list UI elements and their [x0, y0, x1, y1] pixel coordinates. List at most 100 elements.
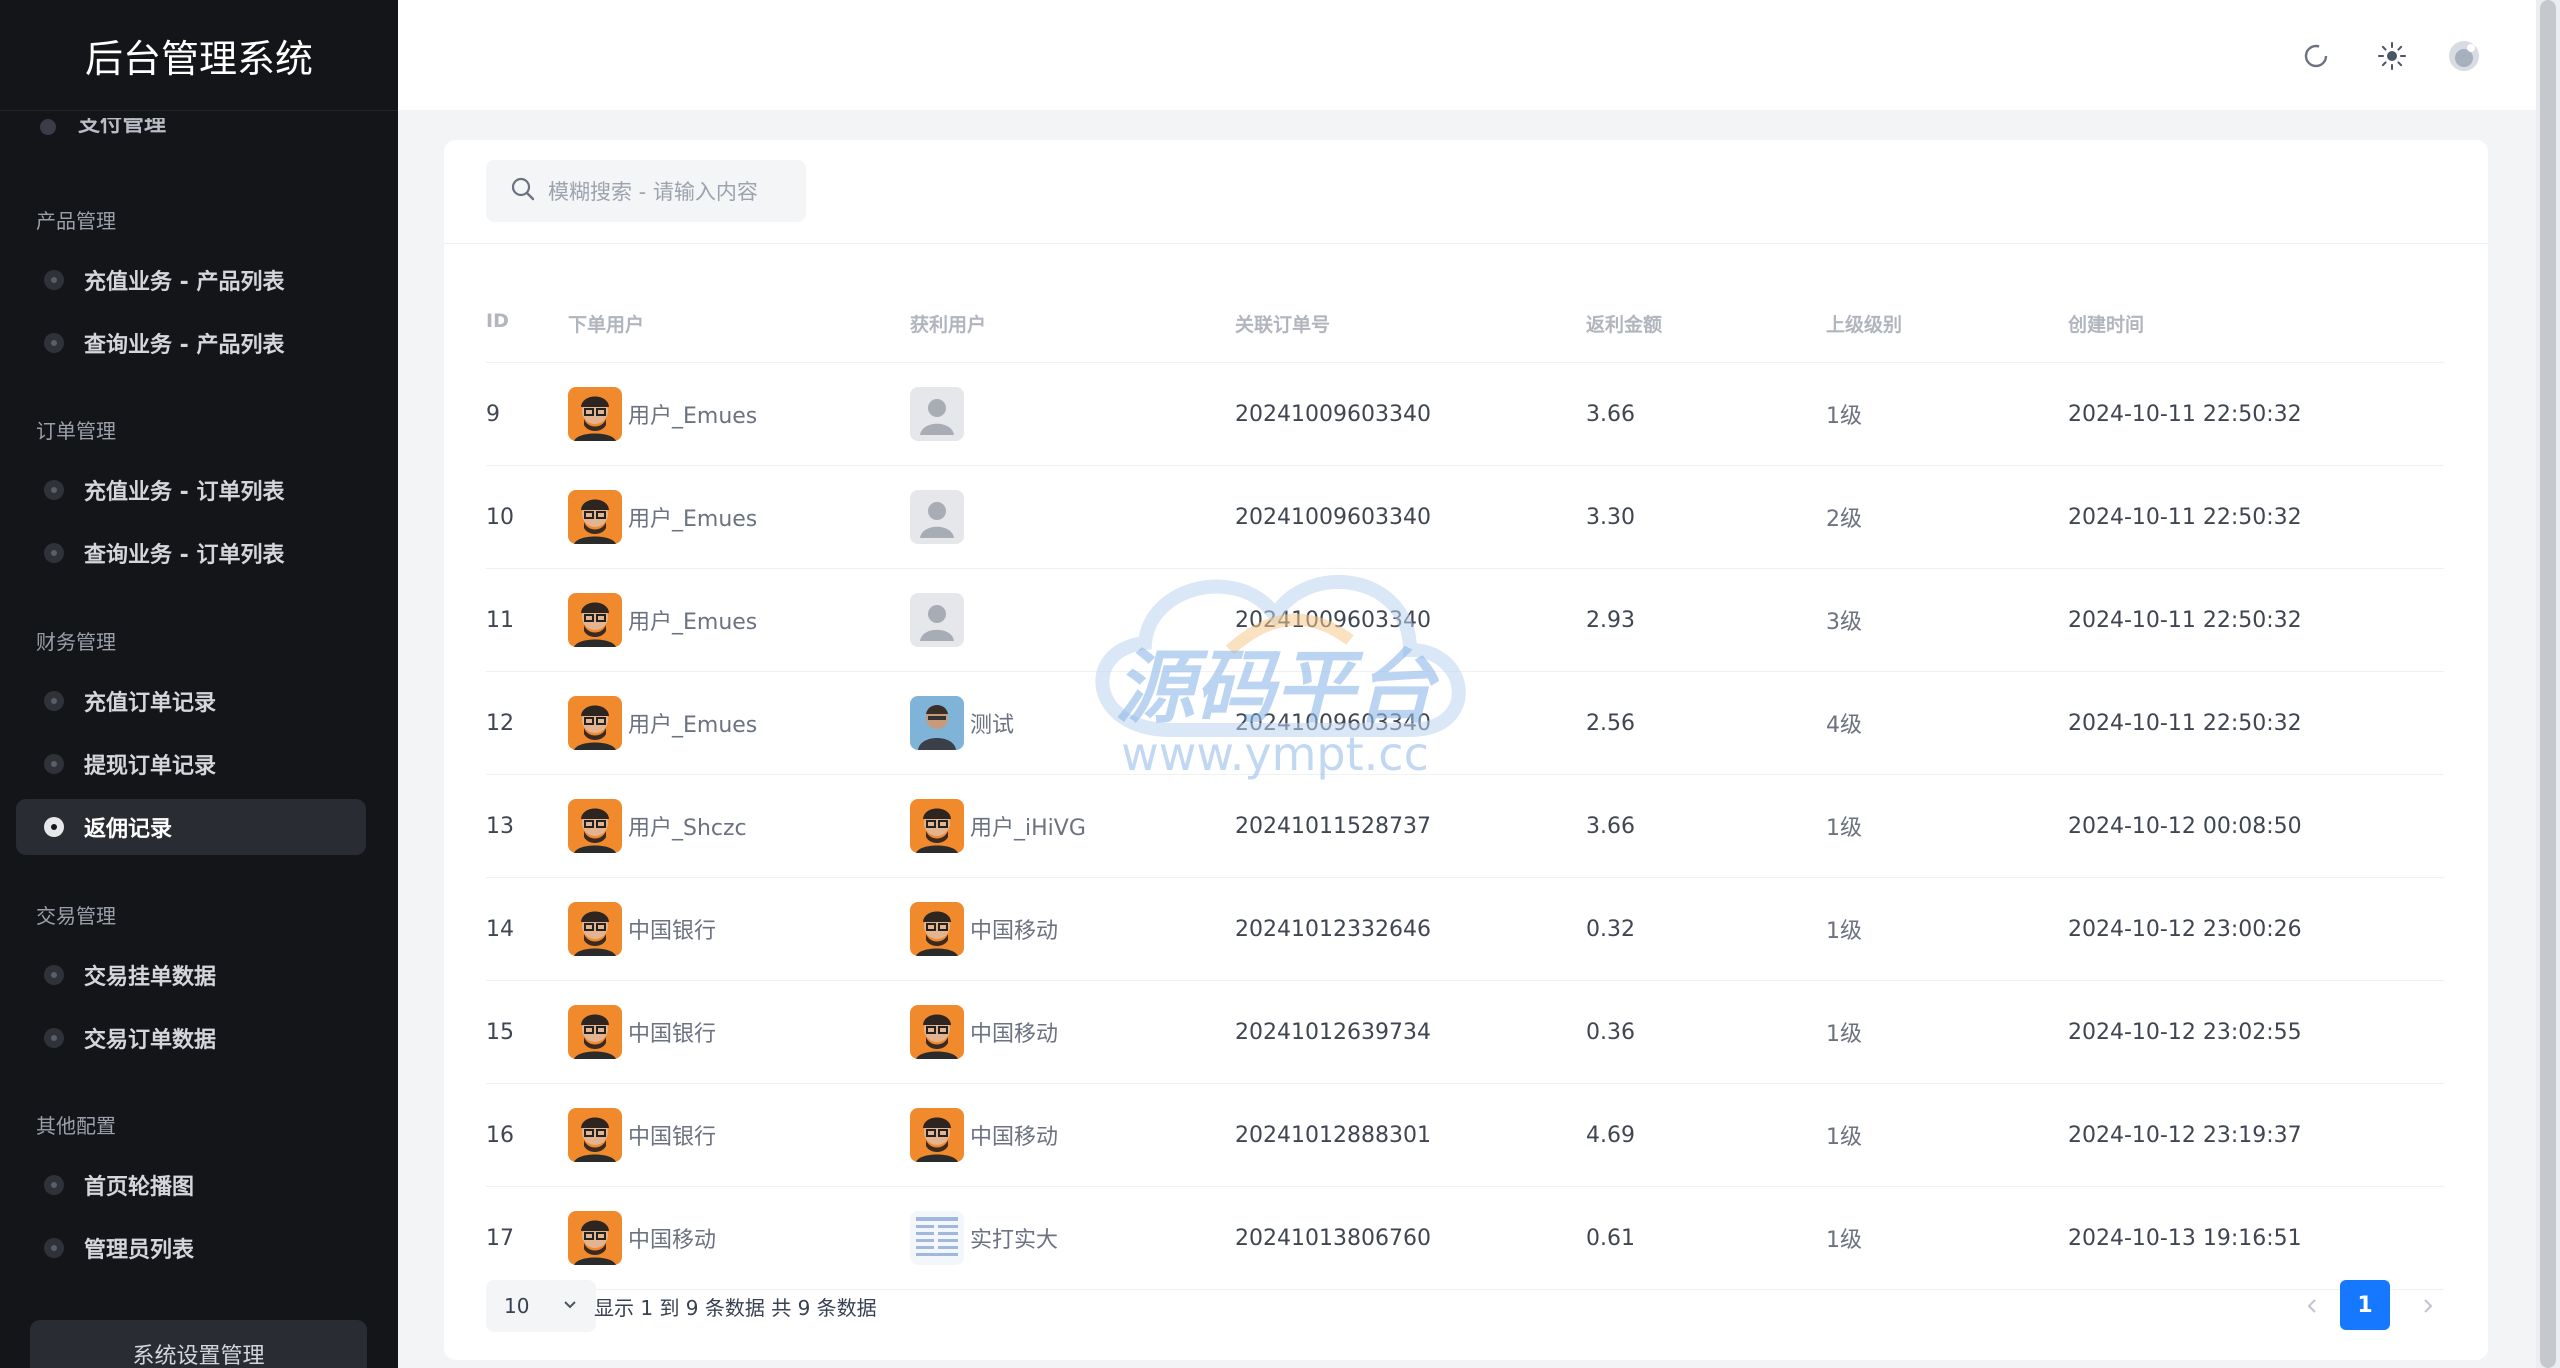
- earner-name: 实打实大: [970, 1228, 1059, 1253]
- earner-avatar: [910, 1211, 964, 1265]
- buyer-avatar: [568, 1108, 622, 1162]
- cell-buyer: 用户_Shczc: [568, 775, 747, 877]
- col-level[interactable]: 上级级别: [1826, 310, 1902, 337]
- bullet-icon: [44, 1028, 64, 1048]
- bullet-icon: [44, 543, 64, 563]
- cell-level: 3级: [1826, 610, 1862, 635]
- sidebar-item-admins[interactable]: 管理员列表: [16, 1220, 366, 1276]
- cell-id: 16: [486, 1122, 514, 1148]
- pagination-summary: 显示 1 到 9 条数据 共 9 条数据: [594, 1296, 877, 1320]
- earner-name: 中国移动: [970, 1022, 1059, 1047]
- cell-order-no: 20241009603340: [1235, 607, 1431, 633]
- col-id[interactable]: ID: [486, 310, 509, 332]
- page-size-select[interactable]: 10: [486, 1280, 596, 1332]
- cell-id: 14: [486, 916, 514, 942]
- chevron-down-icon: [560, 1294, 580, 1319]
- search-icon: [510, 176, 536, 206]
- table-row: 14 中国银行 中国移动 20241012332646 0.32 1级 2024-10-12…: [486, 878, 2444, 981]
- cell-earner: [910, 466, 970, 568]
- cell-amount: 2.56: [1586, 710, 1635, 736]
- cell-level: 1级: [1826, 1228, 1862, 1253]
- earner-avatar: [910, 1108, 964, 1162]
- bullet-icon: [44, 270, 64, 290]
- cell-buyer: 中国银行: [568, 1084, 716, 1186]
- search-input[interactable]: 模糊搜索 - 请输入内容: [548, 176, 758, 206]
- col-amount[interactable]: 返利金额: [1586, 310, 1662, 337]
- cell-earner: 实打实大: [910, 1187, 1058, 1289]
- cell-id: 17: [486, 1225, 514, 1251]
- cell-order-no: 20241012888301: [1235, 1122, 1431, 1148]
- earner-name: 中国移动: [970, 1125, 1059, 1150]
- table-row: 13 用户_Shczc 用户_iHiVG 20241011528737 3.66 1级 20…: [486, 775, 2444, 878]
- sidebar-menu: 支付管理 产品管理 充值业务 - 产品列表 查询业务 - 产品列表 订单管理 充…: [0, 110, 398, 1368]
- cell-earner: 用户_iHiVG: [910, 775, 1086, 877]
- buyer-avatar: [568, 696, 622, 750]
- sidebar-group-other: 其他配置: [36, 1114, 116, 1138]
- cell-buyer: 中国银行: [568, 878, 716, 980]
- cell-buyer: 中国银行: [568, 981, 716, 1083]
- cell-created: 2024-10-11 22:50:32: [2068, 710, 2302, 736]
- cell-amount: 0.36: [1586, 1019, 1635, 1045]
- sidebar-item-recharge-products[interactable]: 充值业务 - 产品列表: [16, 252, 366, 308]
- page-1-button[interactable]: 1: [2340, 1280, 2390, 1330]
- bullet-icon: [44, 965, 64, 985]
- search-box[interactable]: 模糊搜索 - 请输入内容: [486, 160, 806, 222]
- top-header: [398, 0, 2536, 110]
- buyer-name: 用户_Emues: [628, 713, 758, 738]
- avatar-icon[interactable]: [2444, 36, 2484, 76]
- page-scrollbar[interactable]: [2536, 0, 2560, 1368]
- sidebar-item-query-products[interactable]: 查询业务 - 产品列表: [16, 315, 366, 371]
- bullet-icon: [44, 1175, 64, 1195]
- next-page-button[interactable]: [2410, 1288, 2446, 1324]
- sidebar-item-recharge-orders[interactable]: 充值业务 - 订单列表: [16, 462, 366, 518]
- cell-level: 1级: [1826, 1125, 1862, 1150]
- cell-amount: 2.93: [1586, 607, 1635, 633]
- sidebar-item-commission-records[interactable]: 返佣记录: [16, 799, 366, 855]
- col-created[interactable]: 创建时间: [2068, 310, 2144, 337]
- scrollbar-thumb[interactable]: [2540, 0, 2556, 1368]
- divider: [444, 243, 2488, 244]
- cell-earner: 中国移动: [910, 878, 1058, 980]
- cell-id: 9: [486, 401, 500, 427]
- sidebar-item-withdraw-records[interactable]: 提现订单记录: [16, 736, 366, 792]
- col-earner[interactable]: 获利用户: [910, 310, 986, 337]
- cell-buyer: 用户_Emues: [568, 672, 757, 774]
- cell-created: 2024-10-11 22:50:32: [2068, 504, 2302, 530]
- system-settings-button[interactable]: 系统设置管理: [30, 1320, 367, 1368]
- col-order-no[interactable]: 关联订单号: [1235, 310, 1330, 337]
- cell-buyer: 用户_Emues: [568, 466, 757, 568]
- sidebar-item-trade-listings[interactable]: 交易挂单数据: [16, 947, 366, 1003]
- prev-page-button[interactable]: [2294, 1288, 2330, 1324]
- col-buyer[interactable]: 下单用户: [568, 310, 644, 337]
- cell-created: 2024-10-11 22:50:32: [2068, 607, 2302, 633]
- sidebar-item-trade-orders[interactable]: 交易订单数据: [16, 1010, 366, 1066]
- cell-earner: [910, 569, 970, 671]
- cell-order-no: 20241011528737: [1235, 813, 1431, 839]
- theme-sun-icon[interactable]: [2372, 36, 2412, 76]
- table-header: ID 下单用户 获利用户 关联订单号 返利金额 上级级别 创建时间: [486, 280, 2444, 363]
- cell-order-no: 20241013806760: [1235, 1225, 1431, 1251]
- buyer-name: 中国银行: [628, 919, 717, 944]
- earner-avatar: [910, 696, 964, 750]
- cell-earner: 中国移动: [910, 1084, 1058, 1186]
- bullet-icon: [40, 119, 56, 135]
- sidebar-item-payment[interactable]: 支付管理: [40, 118, 166, 142]
- cell-created: 2024-10-12 23:19:37: [2068, 1122, 2302, 1148]
- sidebar-item-carousel[interactable]: 首页轮播图: [16, 1157, 366, 1213]
- buyer-name: 中国银行: [628, 1125, 717, 1150]
- refresh-icon[interactable]: [2296, 36, 2336, 76]
- sidebar-item-query-orders[interactable]: 查询业务 - 订单列表: [16, 525, 366, 581]
- bullet-icon: [44, 480, 64, 500]
- bullet-icon: [44, 754, 64, 774]
- earner-avatar: [910, 902, 964, 956]
- sidebar-item-recharge-records[interactable]: 充值订单记录: [16, 673, 366, 729]
- cell-level: 1级: [1826, 1022, 1862, 1047]
- buyer-name: 用户_Emues: [628, 404, 758, 429]
- cell-buyer: 中国移动: [568, 1187, 716, 1289]
- earner-avatar: [910, 1005, 964, 1059]
- buyer-avatar: [568, 1005, 622, 1059]
- cell-level: 4级: [1826, 713, 1862, 738]
- chevron-left-icon: [2307, 1299, 2316, 1313]
- table-row: 9 用户_Emues 20241009603340 3.66 1级 2024-10-11 …: [486, 363, 2444, 466]
- earner-avatar: [910, 799, 964, 853]
